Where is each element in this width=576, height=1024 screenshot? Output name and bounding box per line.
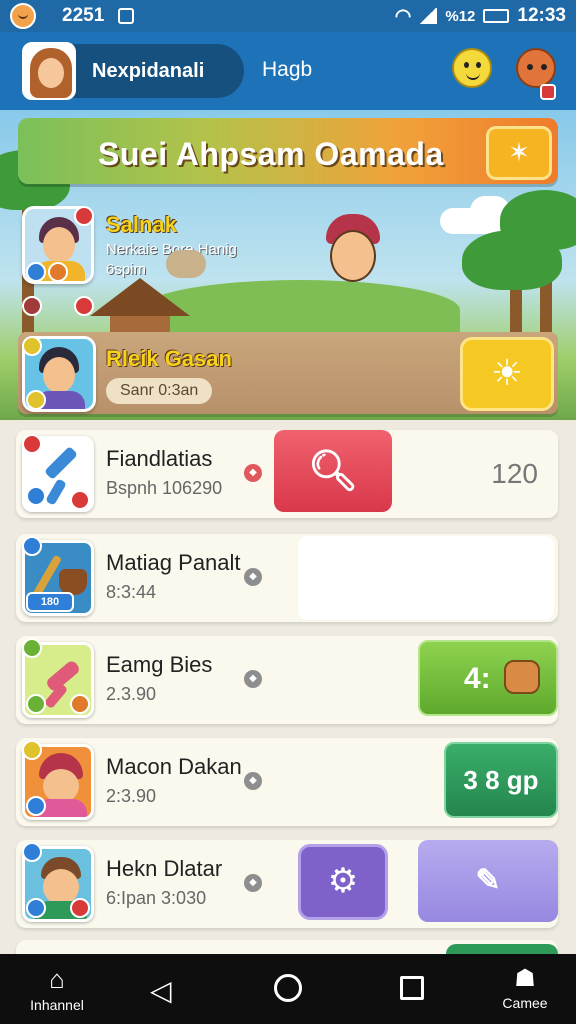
quest-timer: Sanr 0:3an bbox=[106, 378, 213, 404]
wifi-icon: ◠ bbox=[394, 5, 412, 27]
item-blank-panel bbox=[298, 536, 554, 620]
sun-button[interactable]: ☀ bbox=[460, 337, 554, 411]
list-item[interactable]: Fiandlatias Bspnh 106290 ◆ 🔍︎ 120 bbox=[16, 430, 558, 518]
app-header: Nexpidanali Hagb bbox=[0, 32, 576, 110]
status-indicator-text: %12 bbox=[445, 7, 476, 25]
status-bar: 2251 ◠ %12 12:33 bbox=[0, 0, 576, 32]
status-time: 12:33 bbox=[517, 5, 566, 26]
monster-icon bbox=[504, 660, 540, 694]
recents-icon[interactable] bbox=[400, 976, 424, 1000]
profile-name: Nexpidanali bbox=[92, 60, 205, 82]
featured-quest-row[interactable]: Rleik Gasan Sanr 0:3an ☀ bbox=[18, 332, 558, 414]
settings-button[interactable]: ⚙ bbox=[298, 844, 388, 920]
hut-roof bbox=[90, 278, 190, 316]
status-dot bbox=[70, 694, 90, 714]
header-link[interactable]: Hagb bbox=[262, 58, 312, 82]
status-dot bbox=[26, 390, 46, 410]
featured-name: Salnak bbox=[106, 212, 177, 237]
list-item[interactable]: Macon Dakan 2:3.90 ◆ 3 8 gp bbox=[16, 738, 558, 826]
status-dot bbox=[22, 740, 42, 760]
chevron-icon[interactable]: ◆ bbox=[244, 874, 262, 892]
list-item-title: Eamg Bies bbox=[106, 652, 213, 677]
list-item-subtitle: 6:Ipan 3:030 bbox=[106, 888, 207, 908]
nav-home-label: Inhannel bbox=[30, 997, 84, 1013]
npc-character[interactable] bbox=[322, 214, 384, 288]
list-item-title: Fiandlatias bbox=[106, 446, 213, 471]
nav-games-label: Camee bbox=[502, 995, 548, 1011]
home-icon: ⌂ bbox=[49, 964, 65, 994]
status-left-text: 2251 bbox=[62, 5, 105, 26]
home-circle-icon[interactable] bbox=[274, 974, 302, 1002]
status-dot bbox=[26, 486, 46, 506]
nav-home[interactable]: ⌂ Inhannel bbox=[22, 964, 92, 1013]
list-item-title: Hekn Dlatar bbox=[106, 856, 223, 881]
list-item[interactable]: Hekn Dlatar 6:Ipan 3:030 ◆ ✎ bbox=[16, 840, 558, 928]
title-banner: Suei Ahpsam Oamada ✶ bbox=[18, 118, 558, 184]
nav-games[interactable]: ☗ Camee bbox=[490, 964, 560, 1011]
teal-action-button[interactable]: 3 8 gp bbox=[444, 742, 558, 818]
status-dot bbox=[26, 796, 46, 816]
status-dot bbox=[22, 336, 42, 356]
status-dot bbox=[48, 262, 68, 282]
teal-action-text: 3 8 gp bbox=[463, 765, 539, 795]
palm-leaves bbox=[462, 230, 562, 290]
list-item-subtitle: 2:3.90 bbox=[106, 786, 157, 806]
games-icon: ☗ bbox=[514, 965, 536, 992]
status-dot bbox=[22, 296, 42, 316]
back-icon[interactable]: ◁ bbox=[150, 974, 172, 1007]
profile-button[interactable]: Nexpidanali bbox=[22, 42, 244, 100]
chevron-icon[interactable]: ◆ bbox=[244, 464, 262, 482]
item-badge: 180 bbox=[26, 592, 74, 612]
list-item-title: Macon Dakan bbox=[106, 754, 242, 779]
notification-badge bbox=[540, 84, 556, 100]
status-dot bbox=[74, 296, 94, 316]
chevron-icon[interactable]: ◆ bbox=[244, 670, 262, 688]
status-dot bbox=[22, 842, 42, 862]
status-dot bbox=[70, 490, 90, 510]
edit-button[interactable]: ✎ bbox=[418, 840, 558, 922]
status-dot bbox=[22, 434, 42, 454]
list-item-title: Matiag Panalt bbox=[106, 550, 241, 575]
status-avatar-icon bbox=[10, 3, 36, 29]
rock-decoration bbox=[166, 250, 206, 278]
status-dot bbox=[26, 694, 46, 714]
battery-icon bbox=[483, 9, 510, 23]
profile-avatar bbox=[22, 42, 76, 100]
green-action-text: 4: bbox=[464, 662, 491, 695]
quest-title: Rleik Gasan bbox=[106, 346, 232, 371]
signal-icon bbox=[419, 8, 438, 24]
status-dot bbox=[22, 638, 42, 658]
banner-title: Suei Ahpsam Oamada bbox=[98, 136, 444, 172]
status-dot bbox=[74, 206, 94, 226]
list-item[interactable]: 180 Matiag Panalt 8:3:44 ◆ bbox=[16, 534, 558, 622]
chevron-icon[interactable]: ◆ bbox=[244, 772, 262, 790]
search-button[interactable]: 🔍︎ bbox=[274, 430, 392, 512]
notification-icon bbox=[118, 8, 135, 24]
green-action-button[interactable]: 4: bbox=[418, 640, 558, 716]
list-item-subtitle: 8:3:44 bbox=[106, 582, 157, 602]
sparkle-button[interactable]: ✶ bbox=[486, 126, 552, 180]
status-dot bbox=[26, 898, 46, 918]
status-dot bbox=[26, 262, 46, 282]
list-item-subtitle: 2.3.90 bbox=[106, 684, 157, 704]
monster-icon[interactable] bbox=[516, 48, 556, 88]
status-dot bbox=[70, 898, 90, 918]
smiley-icon[interactable] bbox=[452, 48, 492, 88]
chevron-icon[interactable]: ◆ bbox=[244, 568, 262, 586]
list-item[interactable]: Eamg Bies 2.3.90 ◆ 4: bbox=[16, 636, 558, 724]
list-item-subtitle: Bspnh 106290 bbox=[106, 478, 223, 498]
status-dot bbox=[22, 536, 42, 556]
navigation-bar: ⌂ Inhannel ◁ ☗ Camee bbox=[0, 954, 576, 1024]
item-count: 120 bbox=[491, 458, 538, 489]
